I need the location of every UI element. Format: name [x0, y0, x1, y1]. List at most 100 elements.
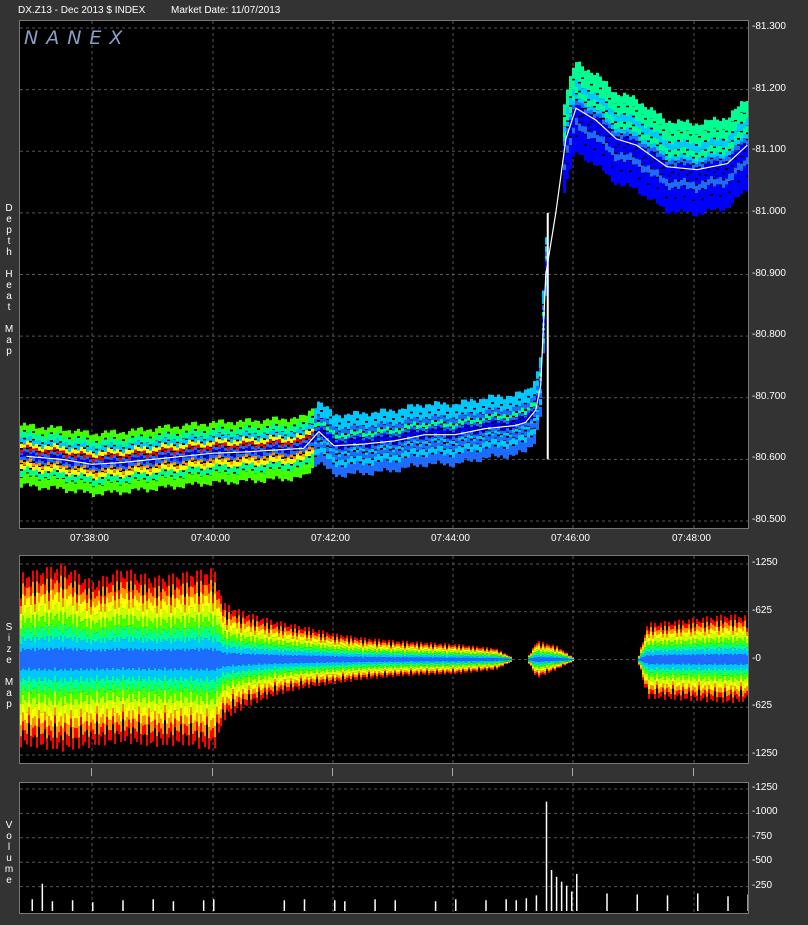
size-cell: [58, 711, 60, 722]
depth-cell: [236, 441, 239, 446]
size-cell: [78, 737, 80, 749]
depth-cell: [131, 462, 134, 467]
size-cell: [116, 659, 118, 669]
size-cell: [270, 639, 272, 645]
depth-cell: [209, 435, 212, 441]
depth-cell: [569, 146, 572, 156]
depth-cell: [422, 449, 425, 456]
depth-cell: [170, 464, 173, 470]
size-cell: [164, 591, 166, 602]
size-cell: [280, 635, 282, 641]
depth-cell: [218, 472, 221, 483]
size-cell: [144, 605, 146, 617]
depth-cell: [629, 172, 632, 187]
depth-cell: [725, 151, 728, 157]
size-cell: [134, 659, 136, 670]
size-cell: [94, 659, 96, 671]
size-cell: [246, 632, 248, 638]
size-cell: [62, 633, 64, 642]
size-cell: [162, 649, 164, 660]
depth-cell: [158, 454, 161, 459]
size-cell: [54, 648, 56, 660]
depth-cell: [470, 446, 473, 453]
size-cell: [188, 681, 190, 692]
size-cell: [176, 638, 178, 650]
size-cell: [66, 691, 68, 703]
size-cell: [246, 699, 248, 706]
size-cell: [248, 681, 250, 686]
size-cell: [26, 608, 28, 619]
size-cell: [74, 727, 76, 738]
size-cell: [270, 663, 272, 669]
size-cell: [202, 721, 204, 732]
depth-cell: [461, 413, 464, 419]
size-cell: [222, 622, 224, 629]
size-cell: [118, 650, 120, 660]
axis-label-letter: D: [5, 203, 13, 214]
depth-cell: [689, 196, 692, 212]
size-cell: [208, 631, 210, 641]
depth-cell: [158, 425, 161, 434]
size-cell: [30, 586, 32, 596]
depth-cell: [713, 160, 716, 167]
size-cell: [52, 681, 54, 694]
depth-cell: [257, 446, 260, 450]
size-cell: [80, 622, 82, 632]
depth-cell: [413, 447, 416, 455]
depth-cell: [479, 420, 482, 425]
depth-cell: [398, 462, 401, 473]
depth-cell: [599, 126, 602, 133]
depth-cell: [584, 145, 587, 161]
size-cell: [240, 632, 242, 638]
depth-cell: [725, 156, 728, 162]
depth-cell: [365, 447, 368, 452]
depth-cell: [452, 418, 455, 424]
size-cell: [260, 649, 262, 655]
size-cell: [148, 618, 150, 630]
size-cell: [140, 574, 142, 585]
size-cell: [140, 712, 142, 724]
depth-cell: [173, 458, 176, 463]
depth-cell: [380, 449, 383, 455]
size-cell: [262, 623, 264, 629]
depth-cell: [494, 407, 497, 413]
size-cell: [22, 605, 24, 616]
depth-cell: [203, 457, 206, 462]
depth-cell: [257, 429, 260, 437]
depth-cell: [128, 470, 131, 476]
depth-cell: [461, 399, 464, 407]
depth-cell: [533, 395, 536, 401]
size-cell: [90, 686, 92, 696]
size-cell: [266, 659, 268, 665]
size-cell: [152, 587, 154, 597]
depth-cell: [512, 406, 515, 412]
size-cell: [22, 659, 24, 669]
size-cell: [264, 634, 266, 639]
depth-cell: [173, 473, 176, 480]
size-cell: [118, 696, 120, 707]
depth-cell: [329, 434, 332, 438]
depth-cell: [68, 463, 71, 468]
depth-cell: [509, 420, 512, 424]
size-cell: [168, 585, 170, 597]
size-cell: [142, 627, 144, 636]
depth-cell: [431, 454, 434, 465]
depth-cell: [62, 446, 65, 451]
depth-cell: [188, 461, 191, 467]
size-cell: [102, 617, 104, 629]
depth-cell: [29, 476, 32, 487]
size-cell: [94, 624, 96, 634]
depth-cell: [359, 414, 362, 422]
size-cell: [196, 677, 198, 687]
depth-cell: [326, 426, 329, 431]
depth-cell: [167, 424, 170, 432]
depth-cell: [26, 425, 29, 433]
depth-cell: [167, 474, 170, 485]
size-cell: [260, 620, 262, 625]
size-cell: [174, 589, 176, 599]
size-cell: [164, 689, 166, 698]
size-cell: [236, 633, 238, 639]
size-cell: [180, 650, 182, 660]
depth-cell: [281, 424, 284, 432]
size-cell: [90, 722, 92, 732]
